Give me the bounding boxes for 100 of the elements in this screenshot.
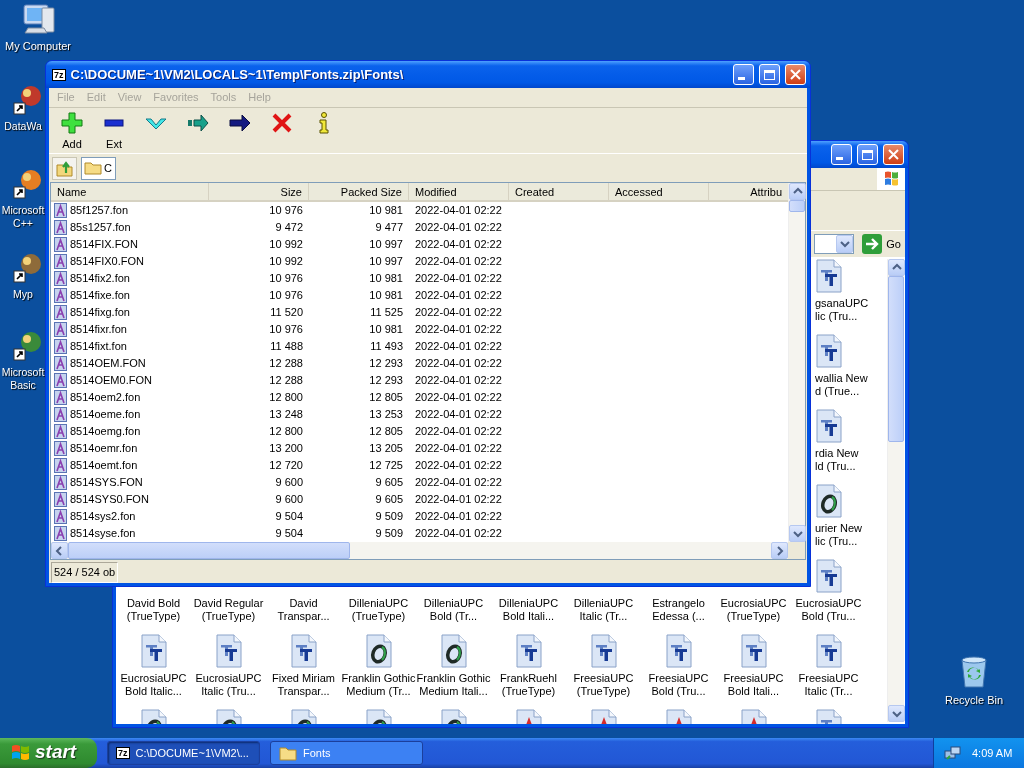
desktop-icon-label[interactable]: My Computer (5, 40, 71, 53)
table-cell-text: 9 509 (374, 526, 404, 541)
scroll-down-button[interactable] (888, 705, 905, 722)
font-file-label[interactable]: wallia New d (True... (815, 372, 868, 398)
font-file-label[interactable]: David Bold (TrueType) (126, 597, 181, 623)
table-cell-text: 12 293 (368, 356, 404, 371)
taskbar-button[interactable]: Fonts (270, 741, 423, 765)
scroll-up-button[interactable] (888, 259, 905, 276)
maximize-button[interactable] (857, 144, 878, 165)
scroll-down-button[interactable] (789, 525, 806, 542)
file-name-cell[interactable]: 85s1257.fon (51, 219, 209, 236)
file-name-cell[interactable]: 8514fixe.fon (51, 287, 209, 304)
file-name-cell[interactable]: 8514oem2.fon (51, 389, 209, 406)
font-file-label[interactable]: Fixed Miriam Transpar... (272, 672, 335, 698)
font-file-label[interactable]: EucrosiaUPC Italic (Tru... (195, 672, 262, 698)
font-file-label[interactable]: DilleniaUPC Bold Itali... (498, 597, 559, 623)
file-name-cell[interactable]: 8514FIX0.FON (51, 253, 209, 270)
column-header[interactable]: Name (51, 183, 209, 200)
table-cell-text: 10 992 (268, 237, 304, 252)
table-cell-text: 9 472 (274, 220, 304, 235)
font-file-label[interactable]: EucrosiaUPC (TrueType) (720, 597, 787, 623)
toolbar-button[interactable]: Ext (93, 112, 135, 151)
table-cell-text: 13 200 (268, 441, 304, 456)
column-header[interactable]: Created (509, 183, 609, 200)
scroll-up-button[interactable] (789, 183, 806, 200)
scroll-left-button[interactable] (51, 542, 68, 559)
font-file-icon (54, 492, 67, 507)
font-file-label[interactable]: FreesiaUPC Italic (Tr... (798, 672, 859, 698)
font-file-label[interactable]: DilleniaUPC Italic (Tr... (573, 597, 634, 623)
file-name-cell[interactable]: 8514oemt.fon (51, 457, 209, 474)
minimize-button[interactable] (733, 64, 754, 85)
scroll-thumb[interactable] (68, 542, 350, 559)
table-cell-text: 13 253 (368, 407, 404, 422)
file-name-cell[interactable]: 8514oeme.fon (51, 406, 209, 423)
desktop-icon-label[interactable]: Microsoft C++ (1, 204, 45, 230)
file-name-cell[interactable]: 8514oemr.fon (51, 440, 209, 457)
taskbar-button[interactable]: 7z C:\DOCUME~1\VM2\... (107, 741, 260, 765)
maximize-button[interactable] (759, 64, 780, 85)
font-file-label[interactable]: gsanaUPC lic (Tru... (815, 297, 869, 323)
dropdown-button[interactable] (836, 235, 854, 253)
font-file-label[interactable]: DilleniaUPC (TrueType) (348, 597, 409, 623)
file-name-cell[interactable]: 8514SYS.FON (51, 474, 209, 491)
file-name-cell[interactable]: 8514OEM.FON (51, 355, 209, 372)
desktop-icon-label[interactable]: Microsoft Basic (1, 366, 45, 392)
table-cell-text: 11 525 (369, 305, 404, 320)
file-name-cell[interactable]: 8514fixg.fon (51, 304, 209, 321)
table-cell-text: 13 248 (268, 407, 304, 422)
file-name-cell[interactable]: 8514FIX.FON (51, 236, 209, 253)
table-cell-text: 13 205 (368, 441, 404, 456)
column-header[interactable]: Modified (409, 183, 509, 200)
font-file-label[interactable]: Franklin Gothic Medium (Tr... (341, 672, 416, 698)
desktop-icon-label[interactable]: DataWa (4, 120, 42, 133)
font-file-label[interactable]: FreesiaUPC (TrueType) (573, 672, 634, 698)
font-file-icon (54, 424, 67, 439)
scroll-thumb[interactable] (789, 200, 805, 212)
file-name-cell[interactable]: 8514OEM0.FON (51, 372, 209, 389)
close-button[interactable] (883, 144, 904, 165)
font-file-label[interactable]: Estrangelo Edessa (... (652, 597, 705, 623)
font-file-label[interactable]: Franklin Gothic Medium Itali... (416, 672, 491, 698)
minimize-button[interactable] (831, 144, 852, 165)
close-button[interactable] (785, 64, 806, 85)
column-header[interactable]: Size (209, 183, 309, 200)
start-button[interactable]: start (0, 738, 97, 768)
font-file-label[interactable]: FreesiaUPC Bold Itali... (723, 672, 784, 698)
desktop-icon-label[interactable]: Recycle Bin (944, 694, 1004, 707)
desktop-icon-label[interactable]: Myp (13, 288, 33, 301)
scroll-thumb[interactable] (888, 276, 904, 442)
file-name-cell[interactable]: 8514fixr.fon (51, 321, 209, 338)
address-field[interactable] (814, 234, 855, 254)
file-name-cell[interactable]: 8514fix2.fon (51, 270, 209, 287)
font-file-label[interactable]: DilleniaUPC Bold (Tr... (423, 597, 484, 623)
toolbar-button[interactable]: Add (51, 112, 93, 151)
path-field[interactable]: C (81, 156, 116, 180)
column-header[interactable]: Accessed (609, 183, 709, 200)
up-folder-button[interactable] (52, 156, 77, 180)
font-file-label[interactable]: David Transpar... (277, 597, 330, 623)
font-file-icon (54, 441, 67, 456)
column-header[interactable]: Packed Size (309, 183, 409, 200)
scroll-right-button[interactable] (771, 542, 788, 559)
font-file-label[interactable]: EucrosiaUPC Bold Italic... (120, 672, 187, 698)
go-button[interactable]: Go (858, 234, 905, 254)
font-file-label[interactable]: EucrosiaUPC Bold (Tru... (795, 597, 862, 623)
table-cell-text: 2022-04-01 02:22 (414, 254, 503, 269)
font-file-icon (54, 288, 67, 303)
font-file-label[interactable]: urier New lic (Tru... (815, 522, 863, 548)
font-file-label[interactable]: David Regular (TrueType) (193, 597, 264, 623)
file-name-cell[interactable]: 8514syse.fon (51, 525, 209, 542)
font-file-label[interactable]: rdia New ld (Tru... (815, 447, 859, 473)
font-file-label[interactable]: FreesiaUPC Bold (Tru... (648, 672, 709, 698)
file-name-cell[interactable]: 8514oemg.fon (51, 423, 209, 440)
file-name-cell[interactable]: 8514fixt.fon (51, 338, 209, 355)
table-cell-text: 10 981 (368, 203, 404, 218)
font-file-icon (54, 356, 67, 371)
close-icon (790, 69, 801, 80)
table-cell-text: 10 981 (368, 322, 404, 337)
table-cell-text: 10 976 (268, 288, 304, 303)
file-name-cell[interactable]: 8514sys2.fon (51, 508, 209, 525)
font-file-label[interactable]: FrankRuehl (TrueType) (500, 672, 557, 698)
file-name-cell[interactable]: 8514SYS0.FON (51, 491, 209, 508)
file-name-cell[interactable]: 85f1257.fon (51, 202, 209, 219)
